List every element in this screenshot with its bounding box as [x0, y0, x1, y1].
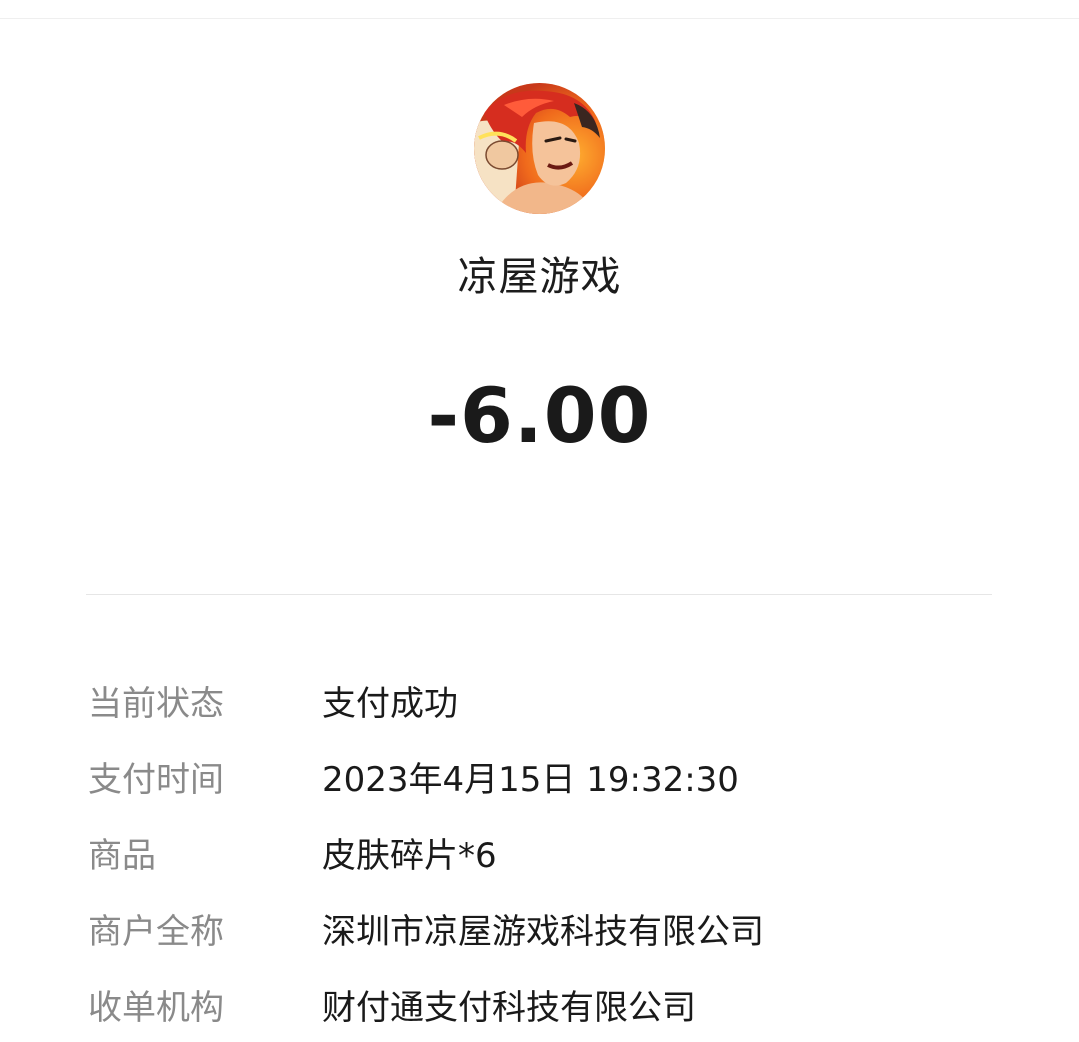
- game-character-avatar-icon: [474, 83, 605, 214]
- detail-label: 商品: [88, 835, 156, 876]
- detail-value: 财付通支付科技有限公司: [322, 987, 696, 1028]
- detail-row-product: 商品 皮肤碎片*6: [88, 814, 1008, 890]
- detail-row-status: 当前状态 支付成功: [88, 662, 1008, 738]
- detail-value: 支付成功: [322, 683, 458, 724]
- detail-label: 当前状态: [88, 683, 224, 724]
- detail-row-acquirer: 收单机构 财付通支付科技有限公司: [88, 966, 1008, 1042]
- detail-row-payment-time: 支付时间 2023年4月15日 19:32:30: [88, 738, 1008, 814]
- detail-value: 2023年4月15日 19:32:30: [322, 759, 739, 800]
- top-divider: [0, 18, 1079, 19]
- detail-label: 商户全称: [88, 911, 224, 952]
- detail-value: 皮肤碎片*6: [322, 835, 497, 876]
- section-divider: [86, 594, 992, 595]
- detail-value: 深圳市凉屋游戏科技有限公司: [322, 911, 764, 952]
- transaction-amount: -6.00: [427, 371, 652, 460]
- detail-label: 支付时间: [88, 759, 224, 800]
- merchant-avatar[interactable]: [474, 83, 605, 214]
- transaction-details: 当前状态 支付成功 支付时间 2023年4月15日 19:32:30 商品 皮肤…: [88, 662, 1008, 1042]
- merchant-name: 凉屋游戏: [457, 254, 622, 300]
- detail-row-merchant-full-name[interactable]: 商户全称 深圳市凉屋游戏科技有限公司: [88, 890, 1008, 966]
- detail-label: 收单机构: [88, 987, 224, 1028]
